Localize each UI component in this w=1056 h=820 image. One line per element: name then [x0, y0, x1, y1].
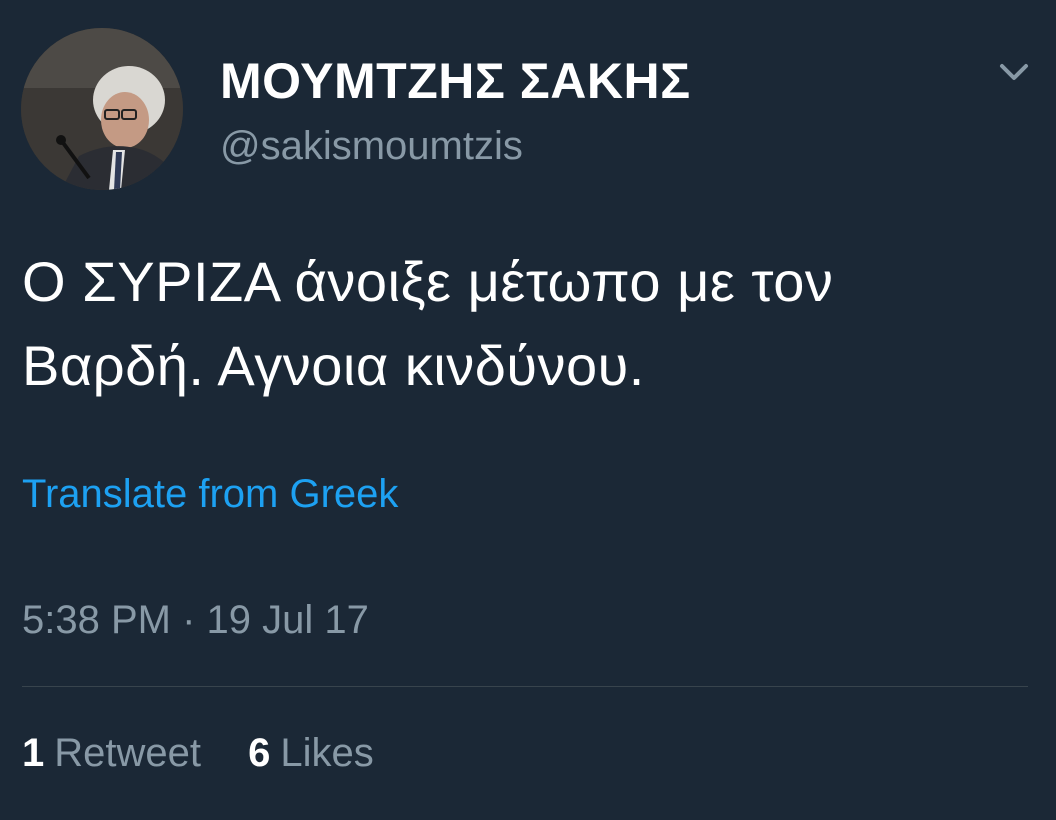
tweet-detail: ΜΟΥΜΤΖΗΣ ΣΑΚΗΣ @sakismoumtzis Ο ΣΥΡΙΖΑ ά… — [0, 0, 1056, 820]
likes-stat[interactable]: 6 Likes — [248, 731, 374, 776]
divider — [22, 686, 1028, 687]
likes-count: 6 — [248, 731, 271, 775]
display-name[interactable]: ΜΟΥΜΤΖΗΣ ΣΑΚΗΣ — [220, 52, 691, 110]
tweet-text: Ο ΣΥΡΙΖΑ άνοιξε μέτωπο με τον Βαρδή. Αγν… — [22, 240, 1032, 408]
avatar-photo — [21, 28, 183, 190]
tweet-stats: 1 Retweet 6 Likes — [22, 731, 374, 776]
tweet-text-line: Βαρδή. Αγνοια κινδύνου. — [22, 334, 645, 397]
tweet-timestamp: 5:38 PM · 19 Jul 17 — [22, 598, 369, 642]
retweets-count: 1 — [22, 731, 45, 775]
avatar[interactable] — [21, 28, 183, 190]
likes-label: Likes — [280, 731, 374, 775]
retweets-label: Retweet — [54, 731, 201, 775]
translate-link[interactable]: Translate from Greek — [22, 472, 398, 517]
chevron-down-icon[interactable] — [994, 56, 1034, 90]
retweets-stat[interactable]: 1 Retweet — [22, 731, 201, 776]
tweet-text-line: Ο ΣΥΡΙΖΑ άνοιξε μέτωπο με τον — [22, 250, 834, 313]
user-handle[interactable]: @sakismoumtzis — [220, 124, 523, 169]
